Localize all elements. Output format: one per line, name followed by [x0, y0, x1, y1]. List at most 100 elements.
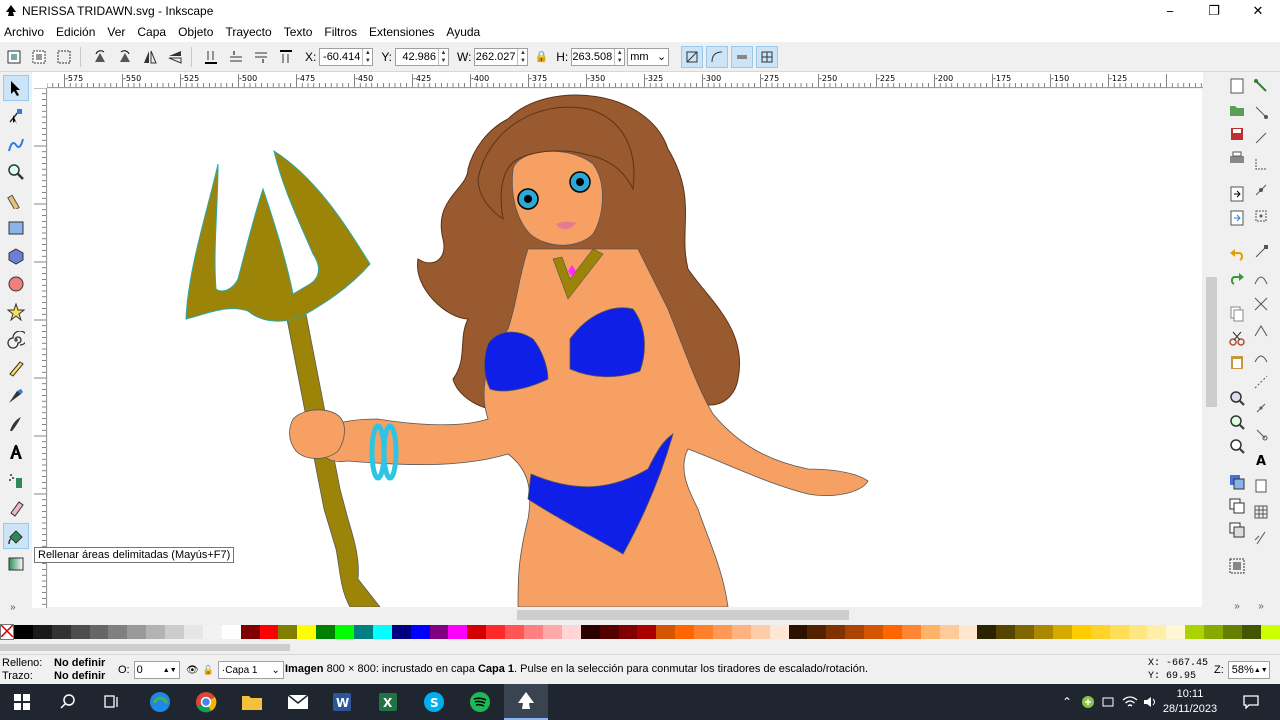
x-spinbox[interactable]: ▲▼ — [319, 47, 374, 66]
node-tool-icon[interactable] — [3, 103, 29, 129]
spin-arrows-icon[interactable]: ▲▼ — [163, 667, 177, 674]
vertical-ruler[interactable] — [32, 88, 47, 608]
palette-swatch[interactable] — [1204, 625, 1223, 639]
palette-swatch[interactable] — [108, 625, 128, 639]
palette-swatch[interactable] — [467, 625, 487, 639]
eraser-tool-icon[interactable] — [3, 495, 29, 521]
h-spinbox[interactable]: ▲▼ — [571, 47, 626, 66]
deselect-icon[interactable] — [53, 46, 75, 68]
palette-swatch[interactable] — [807, 625, 827, 639]
group-icon[interactable] — [1227, 556, 1247, 576]
w-spinbox[interactable]: ▲▼ — [474, 47, 529, 66]
file-explorer-icon[interactable] — [230, 684, 274, 720]
fill-stroke-indicator[interactable]: Relleno: No definir Trazo: No definir — [2, 657, 105, 683]
snap-toggle-icon[interactable] — [1251, 76, 1271, 96]
snap-paths-icon[interactable] — [1251, 268, 1271, 288]
clone-icon[interactable] — [1227, 496, 1247, 516]
palette-swatch[interactable] — [788, 625, 808, 639]
menu-trayecto[interactable]: Trayecto — [225, 25, 271, 39]
mail-icon[interactable] — [276, 684, 320, 720]
volume-icon[interactable] — [1140, 684, 1160, 720]
rectangle-tool-icon[interactable] — [3, 215, 29, 241]
palette-swatch[interactable] — [354, 625, 373, 639]
skype-icon[interactable]: S — [412, 684, 456, 720]
palette-swatch[interactable] — [165, 625, 185, 639]
open-folder-icon[interactable] — [1227, 100, 1247, 120]
move-gradients-toggle[interactable] — [731, 45, 754, 68]
artwork[interactable] — [48, 89, 1202, 607]
palette-swatch[interactable] — [1090, 625, 1110, 639]
palette-swatch[interactable] — [958, 625, 978, 639]
horizontal-scrollbar[interactable] — [47, 607, 1203, 623]
palette-swatch[interactable] — [1241, 625, 1261, 639]
x-input[interactable] — [320, 48, 363, 65]
tray-chevron-up-icon[interactable]: ⌃ — [1056, 684, 1078, 720]
pen-tool-icon[interactable] — [3, 383, 29, 409]
snap-cusp-icon[interactable] — [1251, 320, 1271, 340]
raise-to-top-icon[interactable] — [275, 46, 297, 68]
palette-swatch[interactable] — [448, 625, 468, 639]
flip-horizontal-icon[interactable] — [139, 46, 161, 68]
pencil-tool-icon[interactable] — [3, 355, 29, 381]
palette-swatch[interactable] — [259, 625, 279, 639]
scale-stroke-toggle[interactable] — [681, 45, 704, 68]
more-tools-icon[interactable]: » — [10, 602, 16, 613]
palette-scroll-thumb[interactable] — [0, 644, 290, 651]
palette-swatch[interactable] — [486, 625, 506, 639]
h-input[interactable] — [572, 48, 615, 65]
wifi-icon[interactable] — [1120, 684, 1140, 720]
eye-icon[interactable]: 👁 — [186, 665, 199, 676]
palette-swatch[interactable] — [70, 625, 90, 639]
palette-swatch[interactable] — [542, 625, 562, 639]
search-icon[interactable] — [46, 684, 90, 720]
palette-swatch[interactable] — [221, 625, 241, 639]
import-icon[interactable] — [1227, 184, 1247, 204]
palette-swatch[interactable] — [524, 625, 543, 639]
palette-swatch[interactable] — [240, 625, 260, 639]
notifications-icon[interactable] — [1236, 684, 1266, 720]
paint-bucket-tool-icon[interactable] — [3, 523, 29, 549]
palette-swatch[interactable] — [1260, 625, 1280, 639]
menu-edicion[interactable]: Edición — [56, 25, 95, 39]
selector-tool-icon[interactable] — [3, 75, 29, 101]
palette-swatch[interactable] — [372, 625, 392, 639]
new-document-icon[interactable] — [1227, 76, 1247, 96]
palette-swatch[interactable] — [845, 625, 865, 639]
export-icon[interactable] — [1227, 208, 1247, 228]
palette-swatch[interactable] — [901, 625, 921, 639]
measure-tool-icon[interactable] — [3, 187, 29, 213]
palette-swatch[interactable] — [1034, 625, 1053, 639]
menu-filtros[interactable]: Filtros — [324, 25, 357, 39]
palette-swatch[interactable] — [656, 625, 676, 639]
menu-ayuda[interactable]: Ayuda — [446, 25, 480, 39]
chrome-browser-icon[interactable] — [184, 684, 228, 720]
opacity-spinbox[interactable]: 0 ▲▼ — [133, 661, 180, 679]
calligraphy-tool-icon[interactable] — [3, 411, 29, 437]
palette-swatch[interactable] — [316, 625, 336, 639]
palette-swatch[interactable] — [769, 625, 789, 639]
taskbar-clock[interactable]: 10:11 28/11/2023 — [1158, 687, 1222, 717]
palette-swatch[interactable] — [731, 625, 751, 639]
palette-swatch[interactable] — [14, 625, 33, 639]
layer-lock-icon[interactable]: 🔓 — [203, 665, 214, 676]
snap-page-border-icon[interactable] — [1251, 476, 1271, 496]
menu-texto[interactable]: Texto — [284, 25, 313, 39]
palette-swatch[interactable] — [89, 625, 109, 639]
flip-vertical-icon[interactable] — [164, 46, 186, 68]
zoom-page-icon[interactable] — [1227, 436, 1247, 456]
maximize-button[interactable]: ❐ — [1192, 0, 1236, 22]
snap-more-icon[interactable]: » — [1251, 596, 1271, 616]
palette-scrollbar[interactable] — [0, 640, 1280, 654]
menu-extensiones[interactable]: Extensiones — [369, 25, 434, 39]
layer-select[interactable]: ·Capa 1 ⌄ — [217, 661, 284, 679]
snap-bbox-icon[interactable] — [1251, 102, 1271, 122]
tray-device-icon[interactable] — [1098, 684, 1118, 720]
palette-swatch[interactable] — [1052, 625, 1072, 639]
edge-browser-icon[interactable] — [138, 684, 182, 720]
star-tool-icon[interactable] — [3, 299, 29, 325]
palette-swatch[interactable] — [1109, 625, 1129, 639]
text-tool-icon[interactable] — [3, 439, 29, 465]
drawing-canvas[interactable] — [48, 89, 1202, 607]
minimize-button[interactable]: − — [1148, 0, 1192, 22]
task-view-icon[interactable] — [90, 684, 134, 720]
